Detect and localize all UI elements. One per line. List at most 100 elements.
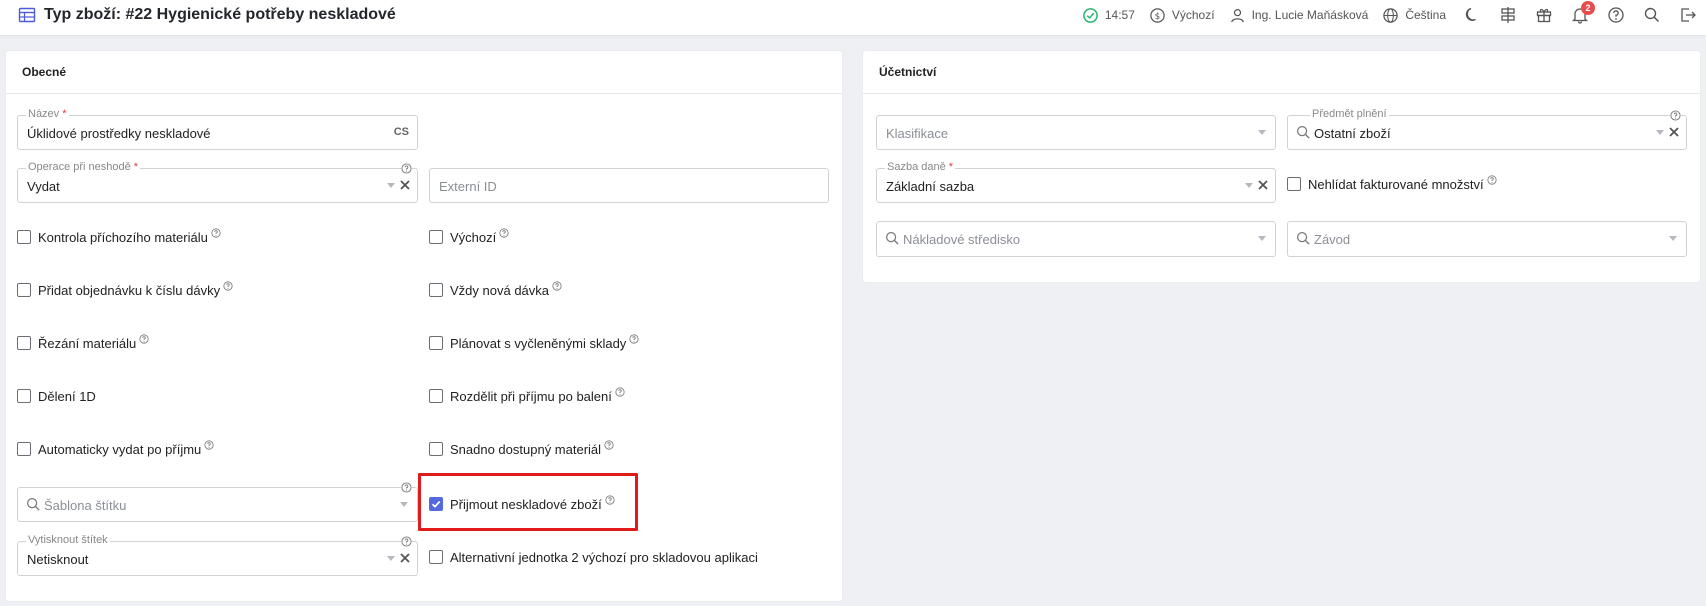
checkbox-auto-issue[interactable]: Automaticky vydat po příjmu: [17, 439, 214, 457]
chevron-down-icon[interactable]: [1669, 236, 1677, 242]
checkbox-box[interactable]: [17, 230, 31, 244]
help-icon[interactable]: [401, 536, 412, 547]
checkbox-box[interactable]: [429, 550, 443, 564]
help-icon[interactable]: [401, 163, 412, 174]
dark-mode-button[interactable]: [1454, 6, 1490, 24]
help-icon[interactable]: [604, 439, 614, 450]
notifications-button[interactable]: 2: [1562, 1, 1598, 24]
checkbox-box[interactable]: [429, 442, 443, 456]
checkbox-split-by-package[interactable]: Rozdělit při příjmu po balení: [429, 386, 625, 404]
clear-icon[interactable]: [399, 179, 411, 191]
clear-icon[interactable]: [1668, 126, 1680, 138]
checkbox-box[interactable]: [17, 336, 31, 350]
help-icon[interactable]: [499, 227, 509, 238]
checkbox-box[interactable]: [429, 336, 443, 350]
checkbox-label: Alternativní jednotka 2 výchozí pro skla…: [450, 549, 758, 565]
chevron-down-icon[interactable]: [387, 556, 395, 562]
user-name: Ing. Lucie Maňásková: [1251, 8, 1369, 22]
help-icon[interactable]: [211, 227, 221, 238]
checkbox-division-1d[interactable]: Dělení 1D: [17, 388, 96, 404]
clear-icon[interactable]: [1257, 179, 1269, 191]
checkbox-box[interactable]: [429, 389, 443, 403]
currency-selector[interactable]: $ Výchozí: [1149, 7, 1215, 24]
help-icon[interactable]: [401, 482, 412, 493]
checkbox-default[interactable]: Výchozí: [429, 227, 509, 245]
general-panel-header: Obecné: [6, 51, 842, 94]
chevron-down-icon[interactable]: [387, 183, 395, 189]
print-label-select[interactable]: Vytisknout štítek Netisknout: [17, 534, 418, 576]
checkbox-material-cutting[interactable]: Řezání materiálu: [17, 333, 149, 351]
chevron-down-icon[interactable]: [1258, 130, 1266, 136]
checkbox-plan-reserved-warehouses[interactable]: Plánovat s vyčleněnými sklady: [429, 333, 639, 351]
gift-button[interactable]: [1526, 6, 1562, 24]
language-text: Čeština: [1405, 8, 1446, 22]
search-button[interactable]: [1634, 6, 1670, 24]
help-icon[interactable]: [204, 439, 214, 450]
title-area: Typ zboží: #22 Hygienické potřeby neskla…: [18, 6, 396, 24]
checkbox-label: Kontrola příchozího materiálu: [38, 229, 208, 245]
svg-text:$: $: [1155, 11, 1160, 21]
plant-select[interactable]: Závod: [1287, 221, 1687, 257]
chevron-down-icon[interactable]: [1258, 236, 1266, 242]
subject-of-performance-select[interactable]: Předmět plnění Ostatní zboží: [1287, 108, 1687, 150]
help-icon[interactable]: [1487, 174, 1497, 185]
accounting-panel-header: Účetnictví: [863, 51, 1700, 94]
table-icon: [18, 7, 36, 23]
search-icon: [1296, 125, 1310, 139]
highlight-box: [418, 473, 638, 531]
checkbox-box[interactable]: [1287, 177, 1301, 191]
clear-icon[interactable]: [399, 552, 411, 564]
classification-placeholder: Klasifikace: [886, 126, 949, 141]
checkbox-box[interactable]: [429, 283, 443, 297]
search-icon: [1296, 231, 1310, 245]
checkbox-label: Plánovat s vyčleněnými sklady: [450, 335, 627, 351]
checkbox-always-new-batch[interactable]: Vždy nová dávka: [429, 280, 562, 298]
classification-select[interactable]: Klasifikace: [876, 115, 1276, 150]
checkbox-box[interactable]: [429, 230, 443, 244]
checkbox-easily-available-material[interactable]: Snadno dostupný materiál: [429, 439, 614, 457]
top-bar-actions: 14:57 $ Výchozí Ing. Lucie Maňásková Češ…: [1082, 0, 1706, 30]
tax-rate-select[interactable]: Sazba daně * Základní sazba: [876, 161, 1276, 203]
print-label-label: Vytisknout štítek: [26, 534, 110, 547]
nonconformity-operation-label: Operace při neshodě *: [26, 161, 141, 174]
label-template-select[interactable]: Šablona štítku: [17, 482, 418, 522]
language-code[interactable]: CS: [394, 126, 409, 138]
layout-button[interactable]: [1490, 6, 1526, 24]
print-label-value: Netisknout: [27, 552, 89, 567]
language-selector[interactable]: Čeština: [1382, 7, 1446, 24]
chevron-down-icon[interactable]: [400, 502, 408, 508]
help-icon[interactable]: [629, 333, 639, 344]
dollar-circle-icon: $: [1150, 7, 1165, 23]
top-bar: Typ zboží: #22 Hygienické potřeby neskla…: [0, 0, 1706, 36]
user-menu[interactable]: Ing. Lucie Maňásková: [1229, 7, 1369, 24]
chevron-down-icon[interactable]: [1656, 130, 1664, 136]
external-id-input[interactable]: Externí ID: [429, 168, 829, 203]
checkbox-label: Nehlídat fakturované množství: [1308, 176, 1484, 192]
status-clock: 14:57: [1082, 7, 1135, 24]
help-button[interactable]: [1598, 6, 1634, 24]
help-icon[interactable]: [139, 333, 149, 344]
help-icon[interactable]: [552, 280, 562, 291]
checkbox-order-to-batch[interactable]: Přidat objednávku k číslu dávky: [17, 280, 233, 298]
moon-icon: [1465, 7, 1476, 21]
plant-placeholder: Závod: [1314, 232, 1351, 247]
checkbox-alt-unit-2-default[interactable]: Alternativní jednotka 2 výchozí pro skla…: [429, 549, 758, 565]
checkbox-incoming-control[interactable]: Kontrola příchozího materiálu: [17, 227, 221, 245]
checkbox-label: Řezání materiálu: [38, 335, 137, 351]
page-title: Typ zboží: #22 Hygienické potřeby neskla…: [44, 6, 396, 23]
cost-center-placeholder: Nákladové středisko: [903, 232, 1021, 247]
cost-center-select[interactable]: Nákladové středisko: [876, 221, 1276, 257]
chevron-down-icon[interactable]: [1245, 183, 1253, 189]
checkbox-no-check-invoiced-quantity[interactable]: Nehlídat fakturované množství: [1287, 174, 1497, 192]
nonconformity-operation-select[interactable]: Operace při neshodě * Vydat: [17, 161, 418, 203]
name-field[interactable]: Název * Úklidové prostředky neskladové C…: [17, 108, 418, 150]
checkbox-label: Dělení 1D: [38, 388, 96, 404]
logout-button[interactable]: [1670, 6, 1706, 24]
checkbox-label: Automaticky vydat po příjmu: [38, 441, 202, 457]
checkbox-box[interactable]: [17, 389, 31, 403]
help-icon[interactable]: [1670, 110, 1681, 121]
help-icon[interactable]: [223, 280, 233, 291]
help-icon[interactable]: [615, 386, 625, 397]
checkbox-box[interactable]: [17, 442, 31, 456]
checkbox-box[interactable]: [17, 283, 31, 297]
